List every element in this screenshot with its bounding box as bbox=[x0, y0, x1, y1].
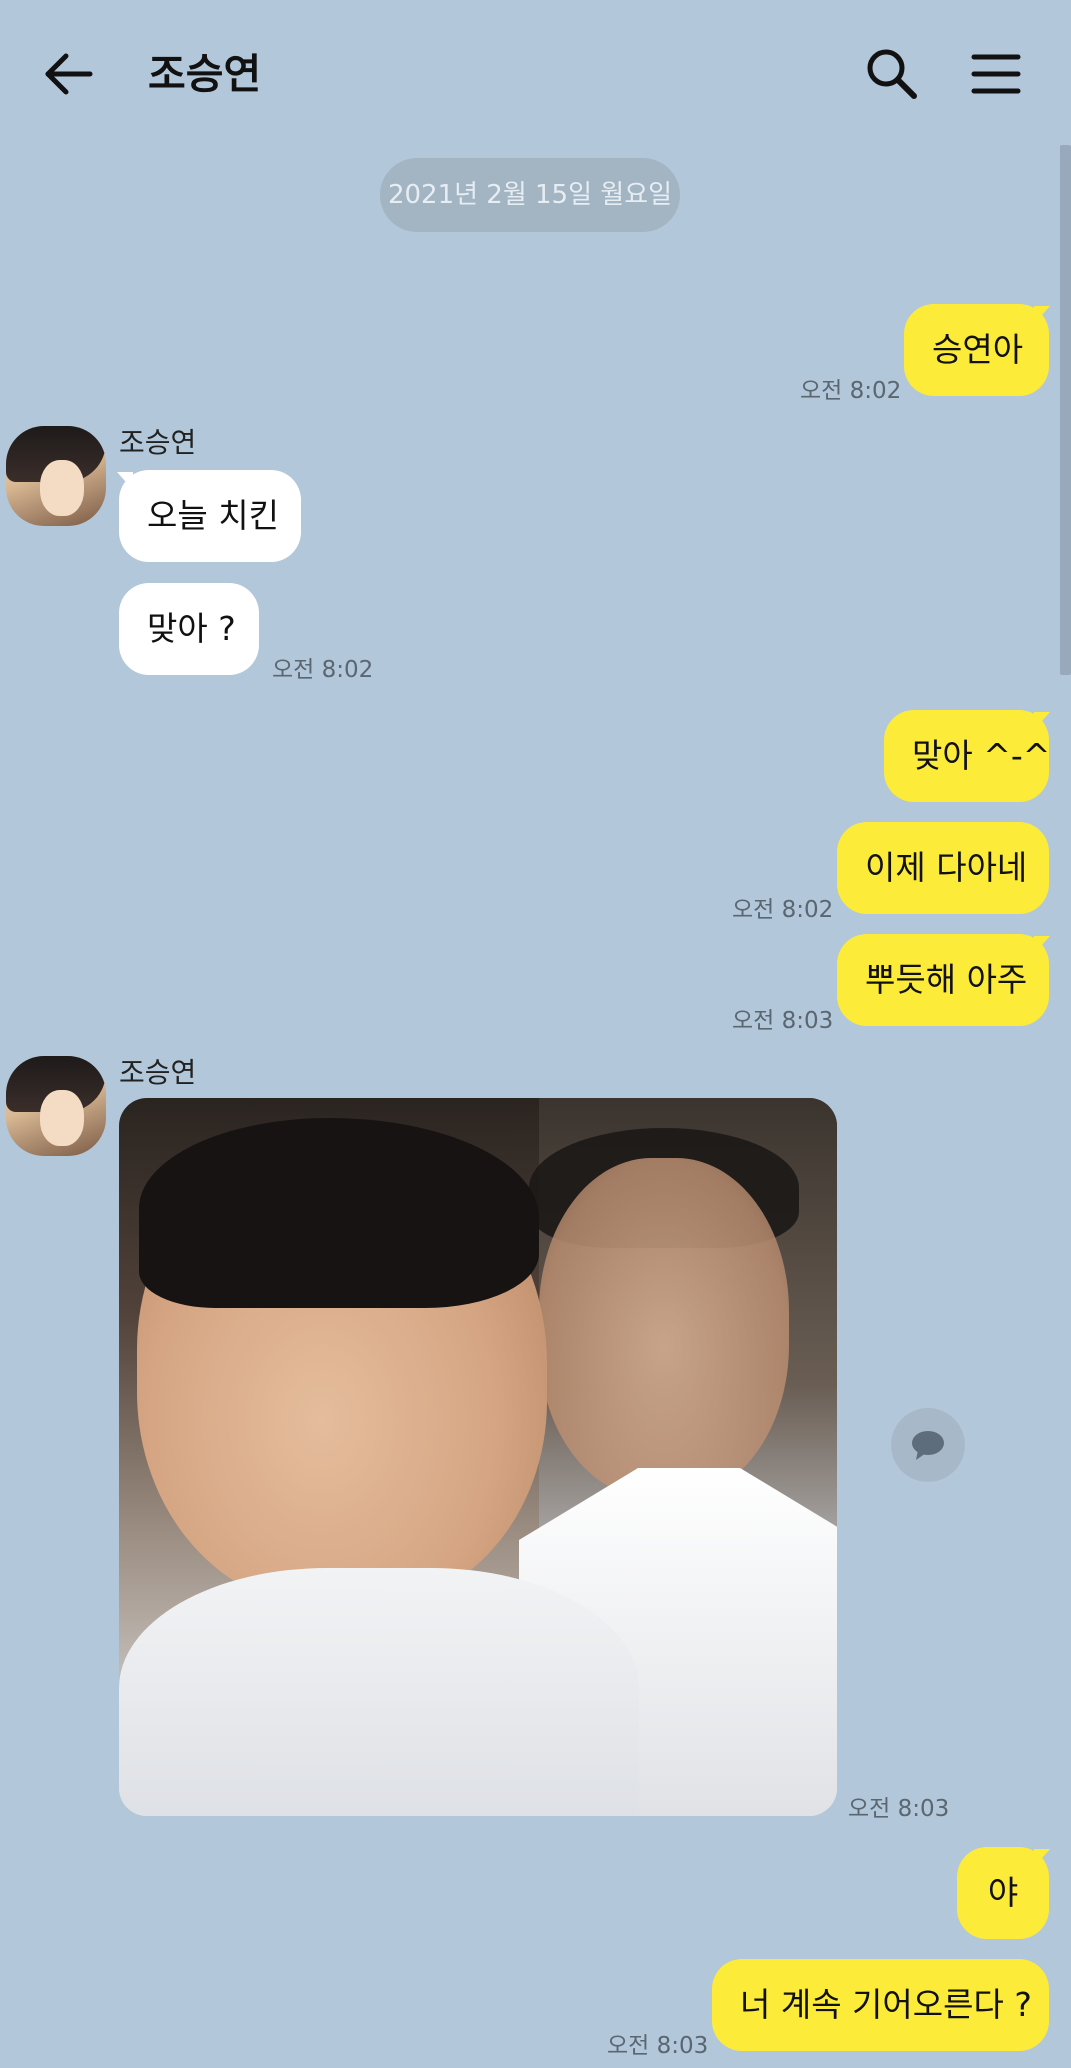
speech-bubble-icon bbox=[912, 1431, 944, 1460]
photo-figure-shirt bbox=[119, 1568, 639, 1816]
avatar[interactable] bbox=[6, 426, 106, 526]
message-time: 오전 8:03 bbox=[848, 1796, 950, 1822]
avatar-face bbox=[40, 460, 84, 516]
shared-photo[interactable] bbox=[119, 1098, 837, 1816]
back-button[interactable] bbox=[40, 44, 100, 104]
chat-title: 조승연 bbox=[148, 50, 262, 98]
hamburger-menu-icon bbox=[971, 54, 1021, 94]
message-time: 오전 8:03 bbox=[607, 2033, 709, 2059]
their-message-bubble[interactable]: 맞아 ? bbox=[119, 583, 259, 675]
my-message-bubble[interactable]: 너 계속 기어오른다 ? bbox=[712, 1959, 1049, 2051]
sender-name: 조승연 bbox=[119, 426, 197, 459]
photo-figure-face bbox=[539, 1158, 789, 1498]
message-time: 오전 8:02 bbox=[272, 657, 374, 683]
their-message-bubble[interactable]: 오늘 치킨 bbox=[119, 470, 301, 562]
my-message-bubble[interactable]: 야 bbox=[957, 1847, 1049, 1939]
search-button[interactable] bbox=[862, 44, 922, 104]
my-message-bubble[interactable]: 맞아 ^-^ bbox=[884, 710, 1050, 802]
photo-figure-hair bbox=[139, 1118, 539, 1308]
my-message-bubble[interactable]: 이제 다아네 bbox=[837, 822, 1049, 914]
avatar-face bbox=[40, 1090, 84, 1146]
chat-header: 조승연 bbox=[0, 0, 1071, 145]
message-time: 오전 8:03 bbox=[732, 1008, 834, 1034]
date-divider: 2021년 2월 15일 월요일 bbox=[380, 158, 680, 232]
menu-button[interactable] bbox=[966, 44, 1026, 104]
scrollbar[interactable] bbox=[1060, 145, 1071, 675]
share-button[interactable] bbox=[891, 1408, 965, 1482]
my-message-bubble[interactable]: 뿌듯해 아주 bbox=[837, 934, 1049, 1026]
search-icon bbox=[867, 49, 917, 99]
message-time: 오전 8:02 bbox=[800, 378, 902, 404]
arrow-left-icon bbox=[45, 53, 93, 95]
avatar[interactable] bbox=[6, 1056, 106, 1156]
message-time: 오전 8:02 bbox=[732, 897, 834, 923]
my-message-bubble[interactable]: 승연아 bbox=[904, 304, 1049, 396]
sender-name: 조승연 bbox=[119, 1056, 197, 1089]
